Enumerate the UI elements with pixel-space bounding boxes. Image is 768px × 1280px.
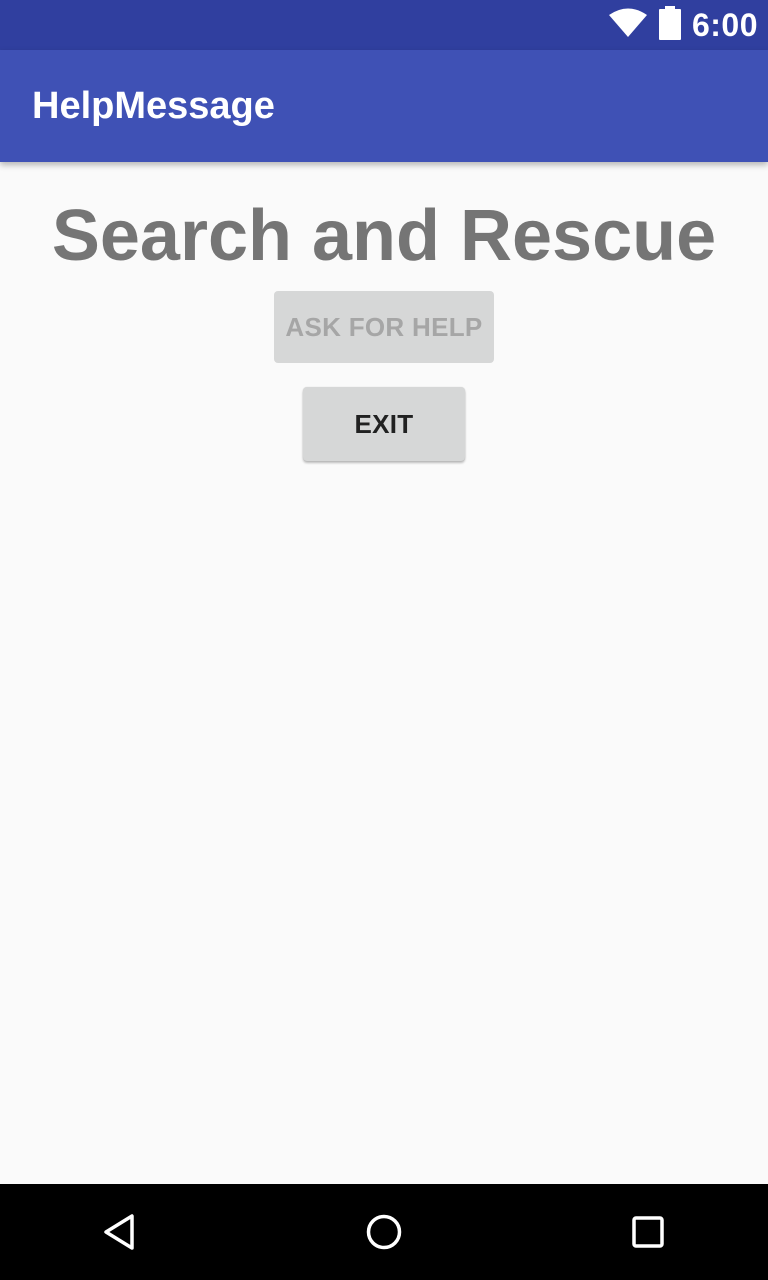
back-icon (104, 1214, 134, 1250)
navigation-bar (0, 1184, 768, 1280)
main-content: Search and Rescue ASK FOR HELP EXIT (0, 162, 768, 1184)
home-icon (366, 1214, 402, 1250)
ask-for-help-button[interactable]: ASK FOR HELP (274, 291, 494, 363)
wifi-icon (608, 8, 648, 43)
home-button[interactable] (354, 1202, 414, 1262)
back-button[interactable] (90, 1202, 150, 1262)
battery-icon (658, 5, 682, 45)
app-bar: HelpMessage (0, 50, 768, 162)
status-bar: 6:00 (0, 0, 768, 50)
page-title: Search and Rescue (51, 196, 717, 276)
status-indicators: 6:00 (608, 0, 758, 50)
recents-icon (632, 1216, 664, 1248)
status-time: 6:00 (691, 6, 758, 43)
app-title: HelpMessage (32, 85, 275, 127)
exit-button[interactable]: EXIT (303, 387, 465, 461)
recents-button[interactable] (618, 1202, 678, 1262)
